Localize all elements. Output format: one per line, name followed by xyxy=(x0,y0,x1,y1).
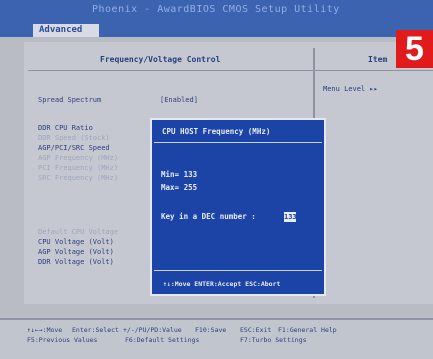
key-turbo-settings: F7:Turbo Settings xyxy=(240,336,307,344)
key-exit: ESC:Exit xyxy=(240,326,272,334)
item-ddr-voltage[interactable]: DDR Voltage (Volt) xyxy=(38,258,114,267)
header-divider xyxy=(28,70,433,71)
item-agp-pci-src-speed[interactable]: AGP/PCI/SRC Speed xyxy=(38,144,110,153)
bios-title: Phoenix - AwardBIOS CMOS Setup Utility xyxy=(92,4,340,15)
dialog-divider xyxy=(154,142,322,143)
help-title: Item xyxy=(368,55,388,64)
item-agp-voltage[interactable]: AGP Voltage (Volt) xyxy=(38,248,114,257)
dialog-min: Min= 133 xyxy=(161,170,198,179)
item-cpu-voltage[interactable]: CPU Voltage (Volt) xyxy=(38,238,114,247)
item-spread-spectrum-value[interactable]: [Enabled] xyxy=(160,96,198,104)
key-help-divider xyxy=(0,318,433,320)
item-src-frequency: SRC Frequency (MHz) xyxy=(38,174,119,182)
dialog-footer: ↑↓:Move ENTER:Accept ESC:Abort xyxy=(163,280,281,288)
dec-number-input[interactable]: 133 xyxy=(284,212,297,222)
panel-title: Frequency/Voltage Control xyxy=(100,55,221,64)
key-general-help: F1:General Help xyxy=(278,326,337,334)
dialog-title: CPU HOST Frequency (MHz) xyxy=(162,127,271,136)
dialog-prompt: Key in a DEC number : xyxy=(161,212,256,221)
item-spread-spectrum[interactable]: Spread Spectrum xyxy=(38,96,101,105)
dialog-footer-divider xyxy=(154,270,322,271)
tab-advanced[interactable]: Advanced xyxy=(33,24,99,37)
key-previous-values: F5:Previous Values xyxy=(27,336,98,344)
frequency-dialog: CPU HOST Frequency (MHz) Min= 133 Max= 2… xyxy=(150,118,326,296)
item-ddr-speed: DDR Speed (Stock) xyxy=(38,134,110,142)
step-number-badge: 5 xyxy=(396,30,433,68)
key-value: +/-/PU/PD:Value xyxy=(123,326,182,334)
item-pci-frequency: PCI Frequency (MHz) xyxy=(38,164,119,172)
dialog-max: Max= 255 xyxy=(161,183,198,192)
item-ddr-cpu-ratio[interactable]: DDR CPU Ratio xyxy=(38,124,93,133)
help-menu-level: Menu Level ▸▸ xyxy=(323,85,378,93)
item-agp-frequency: AGP Frequency (MHz) xyxy=(38,154,119,162)
title-bar: Phoenix - AwardBIOS CMOS Setup Utility xyxy=(0,0,433,22)
key-select: Enter:Select xyxy=(72,326,119,334)
key-save: F10:Save xyxy=(195,326,227,334)
item-default-cpu-voltage: Default CPU Voltage xyxy=(38,228,119,236)
key-move: ↑↓←→:Move xyxy=(27,326,63,334)
key-default-settings: F6:Default Settings xyxy=(125,336,200,344)
